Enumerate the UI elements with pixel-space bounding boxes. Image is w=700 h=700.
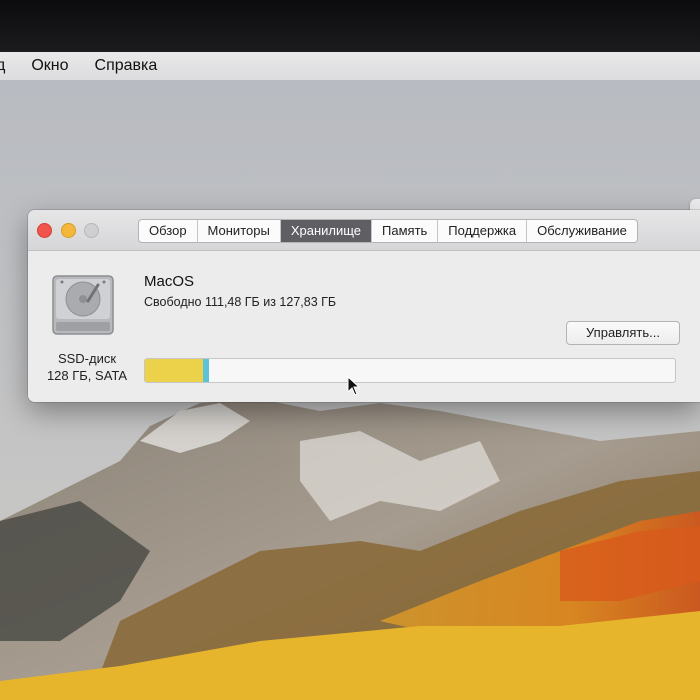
tab-bar: Обзор Мониторы Хранилище Память Поддержк… <box>138 219 638 243</box>
volume-name: MacOS <box>144 273 195 290</box>
tab-displays[interactable]: Мониторы <box>198 220 281 242</box>
storage-used-segment <box>145 359 203 382</box>
window-titlebar: Обзор Мониторы Хранилище Память Поддержк… <box>28 210 700 251</box>
hard-drive-icon <box>52 275 114 335</box>
tab-overview[interactable]: Обзор <box>139 220 198 242</box>
zoom-button[interactable] <box>84 223 99 238</box>
disk-spec-label: 128 ГБ, SATA <box>46 368 128 383</box>
menu-item-window[interactable]: Окно <box>18 57 81 75</box>
tab-service[interactable]: Обслуживание <box>527 220 637 242</box>
disk-name-label: SSD-диск <box>57 351 117 366</box>
about-this-mac-window: Обзор Мониторы Хранилище Память Поддержк… <box>28 210 700 402</box>
tab-storage[interactable]: Хранилище <box>280 220 373 242</box>
close-button[interactable] <box>37 223 52 238</box>
storage-usage-bar <box>144 358 676 383</box>
manage-button[interactable]: Управлять... <box>566 321 680 345</box>
menu-item-partial[interactable]: д <box>0 57 18 75</box>
mouse-cursor-icon <box>347 376 360 396</box>
tab-memory[interactable]: Память <box>372 220 439 242</box>
minimize-button[interactable] <box>61 223 76 238</box>
menu-bar: д Окно Справка <box>0 52 700 81</box>
screen-bezel <box>0 0 700 52</box>
storage-pane: SSD-диск 128 ГБ, SATA MacOS Свободно 111… <box>28 251 700 402</box>
tab-support[interactable]: Поддержка <box>438 220 528 242</box>
menu-item-help[interactable]: Справка <box>82 57 171 75</box>
volume-free-space: Свободно 111,48 ГБ из 127,83 ГБ <box>144 295 337 309</box>
storage-other-segment <box>203 359 209 382</box>
